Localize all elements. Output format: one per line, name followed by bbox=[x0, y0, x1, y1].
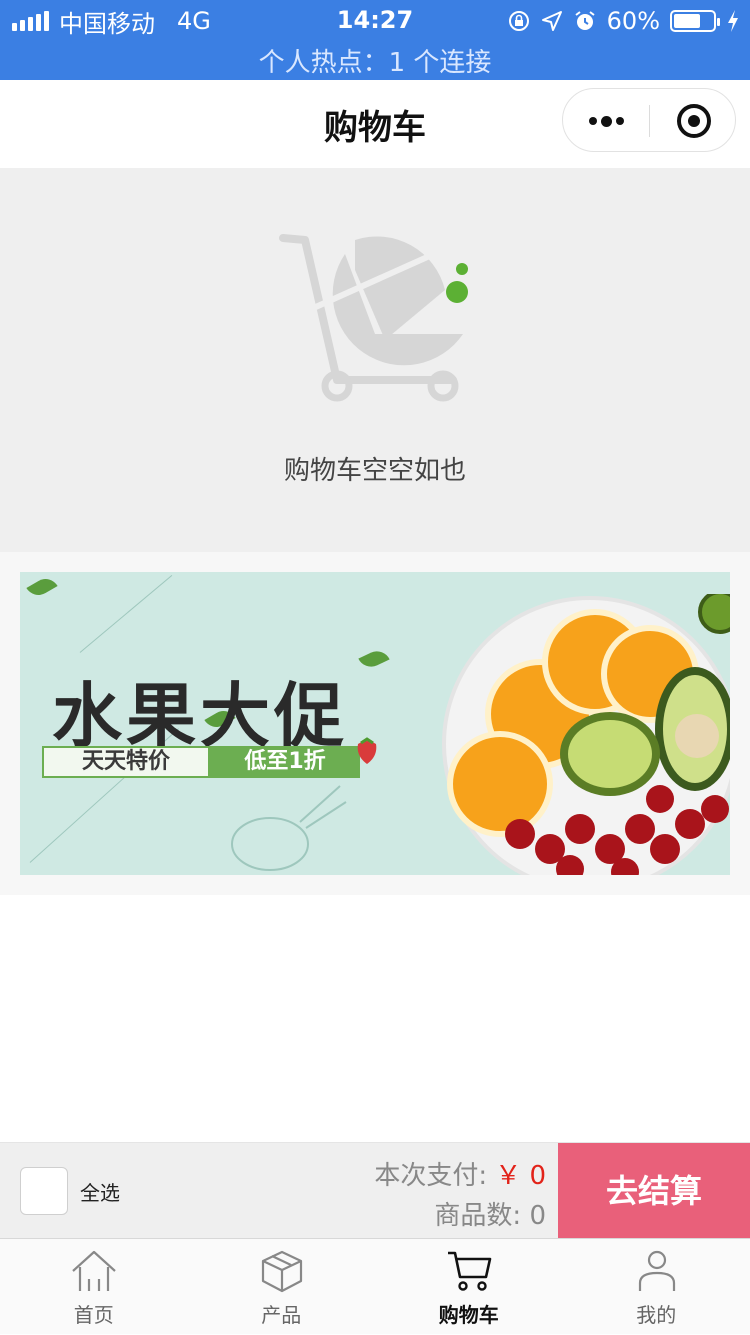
fruit-promo-banner[interactable]: 水果大促 天天特价 低至1折 bbox=[20, 572, 730, 875]
item-count-value: 0 bbox=[529, 1201, 546, 1231]
tab-products-label: 产品 bbox=[188, 1299, 376, 1328]
empty-cart-message: 购物车空空如也 bbox=[0, 450, 750, 487]
battery-icon bbox=[670, 10, 716, 32]
user-icon bbox=[634, 1249, 680, 1293]
charging-icon bbox=[726, 9, 740, 33]
checkout-button[interactable]: 去结算 bbox=[558, 1143, 750, 1239]
more-dots-icon bbox=[589, 117, 597, 125]
tab-profile[interactable]: 我的 bbox=[563, 1239, 750, 1335]
banner-ribbon: 天天特价 低至1折 bbox=[42, 746, 382, 778]
close-mini-program-button[interactable] bbox=[650, 89, 737, 153]
tab-bar: 首页 产品 购物车 我的 bbox=[0, 1238, 750, 1334]
promo-section: 水果大促 天天特价 低至1折 bbox=[0, 552, 750, 895]
empty-cart-section: 购物车空空如也 bbox=[0, 168, 750, 552]
payment-summary: 本次支付: ￥ 0 bbox=[374, 1155, 546, 1192]
nav-bar: 购物车 bbox=[0, 80, 750, 168]
box-icon bbox=[259, 1249, 305, 1293]
cart-icon bbox=[446, 1249, 492, 1293]
target-icon bbox=[677, 104, 711, 138]
banner-tag-discount: 低至1折 bbox=[210, 746, 360, 778]
tab-products[interactable]: 产品 bbox=[188, 1239, 376, 1335]
tab-cart-label: 购物车 bbox=[375, 1299, 563, 1328]
mini-program-capsule bbox=[562, 88, 736, 152]
battery-percent: 60% bbox=[607, 7, 660, 35]
banner-tag-daily: 天天特价 bbox=[42, 746, 210, 778]
tab-home[interactable]: 首页 bbox=[0, 1239, 188, 1335]
pineapple-sketch-icon bbox=[220, 782, 350, 872]
payment-label: 本次支付: bbox=[374, 1161, 487, 1191]
location-icon bbox=[541, 10, 563, 32]
status-right: 60% bbox=[507, 6, 740, 36]
tab-cart[interactable]: 购物车 bbox=[375, 1239, 563, 1335]
alarm-icon bbox=[573, 9, 597, 33]
tab-profile-label: 我的 bbox=[563, 1299, 750, 1328]
empty-cart-icon bbox=[275, 230, 475, 410]
select-all-label: 全选 bbox=[80, 1177, 120, 1206]
select-all-checkbox[interactable] bbox=[20, 1167, 68, 1215]
item-count: 商品数: 0 bbox=[434, 1195, 546, 1232]
fruit-plate-image bbox=[420, 594, 730, 875]
more-menu-button[interactable] bbox=[563, 89, 650, 153]
item-count-label: 商品数: bbox=[434, 1201, 521, 1231]
tab-home-label: 首页 bbox=[0, 1299, 188, 1328]
home-icon bbox=[71, 1249, 117, 1293]
strawberry-icon bbox=[352, 736, 382, 766]
rotation-lock-icon bbox=[507, 9, 531, 33]
payment-amount: ￥ 0 bbox=[495, 1161, 546, 1191]
checkout-bar: 全选 本次支付: ￥ 0 商品数: 0 去结算 bbox=[0, 1142, 750, 1238]
status-bar: 中国移动 4G 14:27 60% 个人热点：1 个连接 bbox=[0, 0, 750, 80]
hotspot-banner[interactable]: 个人热点：1 个连接 bbox=[0, 42, 750, 79]
